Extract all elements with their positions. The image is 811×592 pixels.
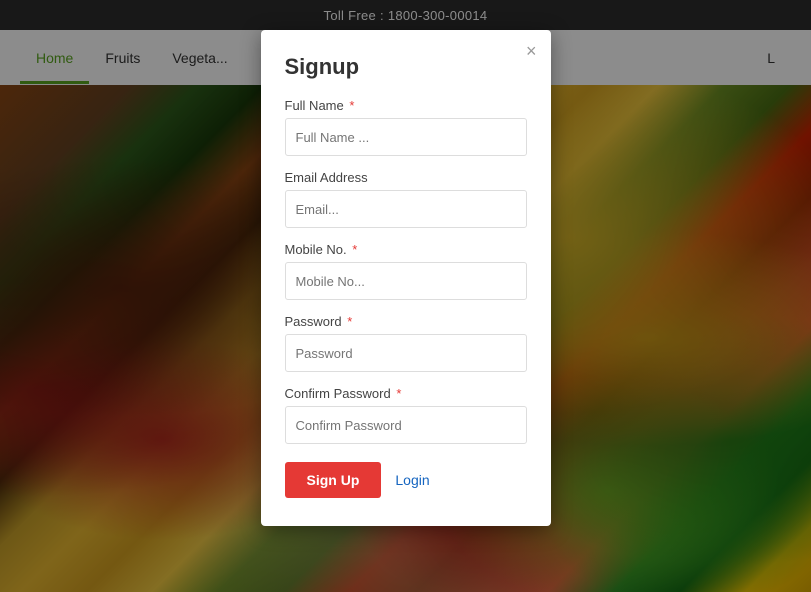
confirm-password-required: *	[396, 386, 401, 401]
mobile-input[interactable]	[285, 262, 527, 300]
email-input[interactable]	[285, 190, 527, 228]
password-label: Password *	[285, 314, 527, 329]
login-link[interactable]: Login	[395, 472, 429, 488]
mobile-label: Mobile No. *	[285, 242, 527, 257]
signup-button[interactable]: Sign Up	[285, 462, 382, 498]
modal-title: Signup	[285, 54, 527, 80]
confirm-password-group: Confirm Password *	[285, 386, 527, 444]
mobile-required: *	[352, 242, 357, 257]
password-group: Password *	[285, 314, 527, 372]
full-name-label: Full Name *	[285, 98, 527, 113]
form-actions: Sign Up Login	[285, 462, 527, 498]
mobile-group: Mobile No. *	[285, 242, 527, 300]
password-input[interactable]	[285, 334, 527, 372]
full-name-input[interactable]	[285, 118, 527, 156]
email-label: Email Address	[285, 170, 527, 185]
modal-close-button[interactable]: ×	[526, 42, 537, 60]
full-name-group: Full Name *	[285, 98, 527, 156]
email-group: Email Address	[285, 170, 527, 228]
confirm-password-label: Confirm Password *	[285, 386, 527, 401]
password-required: *	[347, 314, 352, 329]
confirm-password-input[interactable]	[285, 406, 527, 444]
full-name-required: *	[349, 98, 354, 113]
signup-modal: × Signup Full Name * Email Address Mobil…	[261, 30, 551, 526]
